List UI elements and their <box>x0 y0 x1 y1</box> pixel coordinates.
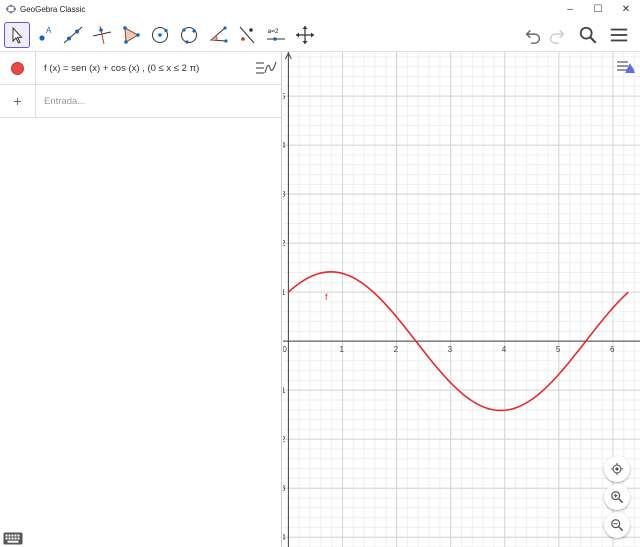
line-icon <box>63 26 83 44</box>
x-tick-label: 6 <box>610 345 615 354</box>
toolbar: A a=2 <box>0 18 640 52</box>
geogebra-logo-icon <box>6 4 16 14</box>
move-tool[interactable] <box>4 22 30 48</box>
curve-label[interactable]: f <box>325 292 328 302</box>
zoom-out-button[interactable] <box>604 512 630 538</box>
standard-view-button[interactable] <box>604 456 630 482</box>
visibility-toggle[interactable] <box>0 52 36 84</box>
minor-grid <box>283 52 640 547</box>
algebra-input-field[interactable]: Entrada... <box>36 96 281 107</box>
algebra-output-toggle-icon[interactable] <box>255 59 277 77</box>
algebra-view: f (x) = sen (x) + cos (x) , (0 ≤ x ≤ 2 π… <box>0 52 282 547</box>
move-arrows-icon <box>296 26 314 44</box>
home-target-icon <box>610 462 624 476</box>
minimize-button[interactable]: – <box>556 0 584 18</box>
point-tool[interactable]: A <box>32 22 58 48</box>
search-icon <box>579 26 597 44</box>
function-definition[interactable]: f (x) = sen (x) + cos (x) , (0 ≤ x ≤ 2 π… <box>36 63 281 74</box>
slider-icon: a=2 <box>267 28 285 41</box>
cursor-arrow-icon <box>12 26 23 44</box>
x-tick-label: 1 <box>340 345 345 354</box>
reflect-icon <box>239 26 255 44</box>
maximize-button[interactable]: ☐ <box>584 0 612 18</box>
graphics-canvas[interactable]: 012345654321−1−2−3−4 f <box>283 52 640 547</box>
line-tool[interactable] <box>60 22 86 48</box>
svg-text:a=2: a=2 <box>268 28 279 35</box>
reflect-about-line-tool[interactable] <box>234 22 260 48</box>
svg-text:A: A <box>46 26 52 35</box>
window-title: GeoGebra Classic <box>20 4 86 14</box>
point-icon: A <box>39 26 52 41</box>
zoom-out-icon <box>611 519 624 532</box>
search-button[interactable] <box>577 24 599 46</box>
angle-tool[interactable] <box>205 22 231 48</box>
algebra-entry-f[interactable]: f (x) = sen (x) + cos (x) , (0 ≤ x ≤ 2 π… <box>0 52 281 85</box>
graphics-style-bar-icon[interactable] <box>616 58 636 76</box>
circle-center-icon <box>152 27 168 43</box>
circle-center-point-tool[interactable] <box>147 22 173 48</box>
x-tick-label: 0 <box>283 345 287 354</box>
plus-icon: + <box>13 93 22 109</box>
redo-button[interactable] <box>546 24 568 46</box>
zoom-in-icon <box>611 491 624 504</box>
algebra-input-row[interactable]: + Entrada... <box>0 85 281 118</box>
undo-icon <box>525 29 541 44</box>
main-menu-button[interactable] <box>608 24 630 46</box>
polygon-icon <box>123 26 140 44</box>
hamburger-menu-icon <box>610 28 628 42</box>
x-tick-label: 4 <box>502 345 507 354</box>
perpendicular-line-tool[interactable] <box>89 22 115 48</box>
undo-button[interactable] <box>522 24 544 46</box>
x-tick-label: 5 <box>556 345 561 354</box>
circle-three-points-icon <box>181 27 197 44</box>
slider-tool[interactable]: a=2 <box>263 22 289 48</box>
x-tick-label: 2 <box>394 345 399 354</box>
move-graphics-view-tool[interactable] <box>292 22 318 48</box>
perpendicular-icon <box>92 25 112 45</box>
virtual-keyboard-icon[interactable] <box>3 532 23 545</box>
x-tick-label: 3 <box>448 345 453 354</box>
visibility-dot-icon <box>11 61 24 75</box>
graphics-view[interactable]: 012345654321−1−2−3−4 f <box>283 52 640 547</box>
title-bar: GeoGebra Classic – ☐ ✕ <box>0 0 640 18</box>
redo-icon <box>549 29 565 44</box>
angle-icon <box>209 26 228 43</box>
close-button[interactable]: ✕ <box>612 0 640 18</box>
circle-three-points-tool[interactable] <box>176 22 202 48</box>
add-entry-button[interactable]: + <box>0 85 36 117</box>
polygon-tool[interactable] <box>118 22 144 48</box>
zoom-in-button[interactable] <box>604 484 630 510</box>
